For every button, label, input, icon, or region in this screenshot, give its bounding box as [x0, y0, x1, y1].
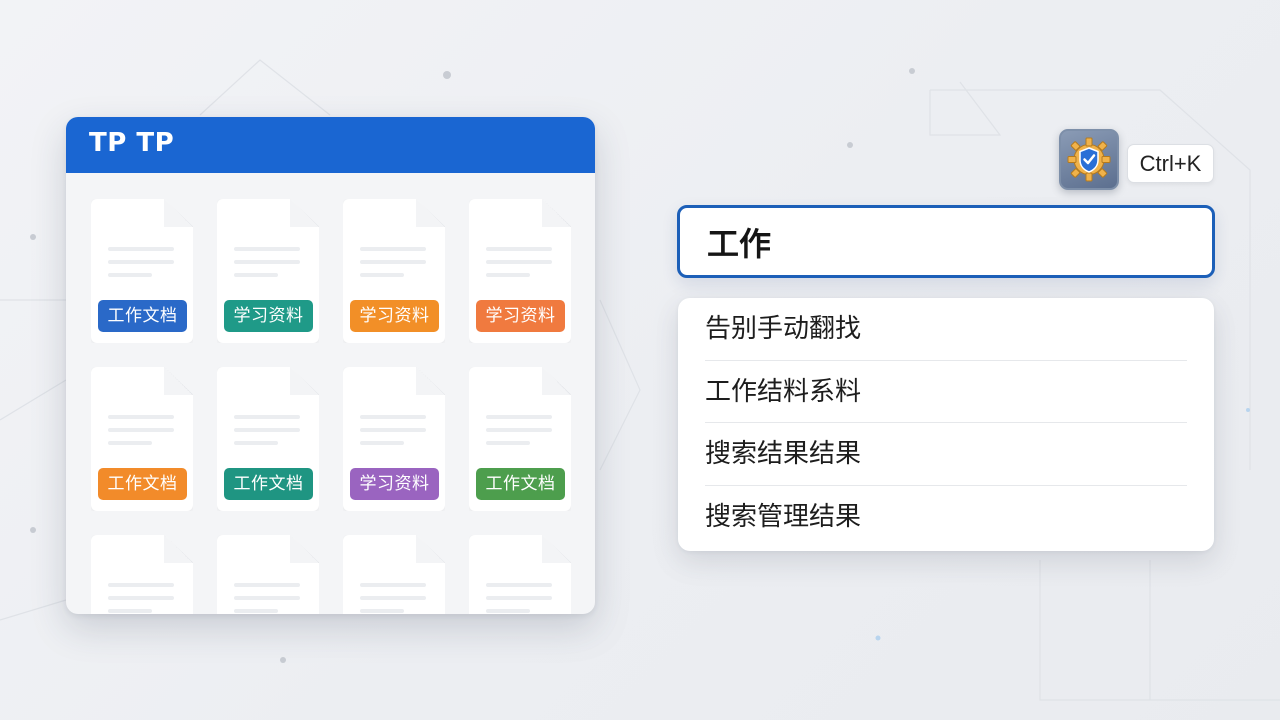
- text-line: [108, 441, 152, 445]
- shortcut-badge: Ctrl+K: [1127, 144, 1214, 183]
- text-line: [108, 273, 152, 277]
- window-title: TP TP: [89, 128, 175, 158]
- file-card[interactable]: 工作文档: [469, 367, 571, 511]
- text-line: [108, 415, 174, 419]
- result-item[interactable]: 工作结料系料: [705, 361, 1187, 423]
- text-line: [234, 260, 300, 264]
- text-line: [486, 583, 552, 587]
- text-line: [234, 596, 300, 600]
- text-line: [234, 247, 300, 251]
- file-tag: 工作文档: [476, 468, 565, 500]
- file-tag: 工作文档: [224, 468, 313, 500]
- file-grid: 工作文档 学习资料 学习资料 学习资料 工作文档 工作文档 学习资料 工作文档: [91, 199, 571, 614]
- page-fold: [542, 367, 571, 395]
- text-line: [486, 260, 552, 264]
- text-line: [108, 428, 174, 432]
- page-fold: [542, 535, 571, 563]
- text-line: [234, 609, 278, 613]
- text-line: [360, 273, 404, 277]
- text-line: [360, 609, 404, 613]
- text-line: [486, 415, 552, 419]
- text-line: [360, 441, 404, 445]
- text-line: [360, 260, 426, 264]
- file-card[interactable]: 工作文档: [217, 367, 319, 511]
- text-line: [234, 273, 278, 277]
- gear-shield-icon[interactable]: [1059, 129, 1119, 190]
- file-card[interactable]: 学习资料: [343, 199, 445, 343]
- file-card[interactable]: [217, 535, 319, 614]
- text-line: [360, 415, 426, 419]
- page-fold: [164, 199, 193, 227]
- file-tag: 工作文档: [98, 300, 187, 332]
- result-item[interactable]: 搜索结果结果: [705, 423, 1187, 486]
- text-line: [108, 596, 174, 600]
- page-fold: [290, 367, 319, 395]
- text-line: [360, 247, 426, 251]
- result-item[interactable]: 告别手动翻找: [705, 298, 1187, 361]
- page-fold: [164, 535, 193, 563]
- file-card[interactable]: 工作文档: [91, 199, 193, 343]
- file-card[interactable]: [469, 535, 571, 614]
- file-card[interactable]: 学习资料: [469, 199, 571, 343]
- file-tag: 工作文档: [98, 468, 187, 500]
- text-line: [486, 609, 530, 613]
- file-card[interactable]: 学习资料: [343, 367, 445, 511]
- search-results-list: 告别手动翻找 工作结料系料 搜索结果结果 搜索管理结果: [678, 298, 1214, 551]
- file-tag: 学习资料: [350, 300, 439, 332]
- text-line: [360, 596, 426, 600]
- file-card[interactable]: [91, 535, 193, 614]
- text-line: [486, 428, 552, 432]
- page-fold: [164, 367, 193, 395]
- page-fold: [416, 199, 445, 227]
- file-card[interactable]: [343, 535, 445, 614]
- page-fold: [542, 199, 571, 227]
- page-fold: [416, 535, 445, 563]
- file-tag: 学习资料: [350, 468, 439, 500]
- text-line: [486, 596, 552, 600]
- text-line: [108, 247, 174, 251]
- text-line: [486, 441, 530, 445]
- text-line: [108, 260, 174, 264]
- text-line: [486, 273, 530, 277]
- text-line: [486, 247, 552, 251]
- search-input[interactable]: [707, 208, 1212, 275]
- file-card[interactable]: 学习资料: [217, 199, 319, 343]
- file-tag: 学习资料: [224, 300, 313, 332]
- text-line: [234, 441, 278, 445]
- file-card[interactable]: 工作文档: [91, 367, 193, 511]
- text-line: [360, 428, 426, 432]
- result-item[interactable]: 搜索管理结果: [705, 486, 1187, 549]
- file-manager-window: TP TP 工作文档 学习资料 学习资料 学习资料 工作文档 工作文档 学习资料 工作文档: [66, 117, 595, 614]
- search-box[interactable]: [677, 205, 1215, 278]
- file-tag: 学习资料: [476, 300, 565, 332]
- text-line: [234, 583, 300, 587]
- text-line: [108, 609, 152, 613]
- text-line: [108, 583, 174, 587]
- text-line: [234, 415, 300, 419]
- page-fold: [290, 535, 319, 563]
- text-line: [234, 428, 300, 432]
- page-fold: [290, 199, 319, 227]
- text-line: [360, 583, 426, 587]
- page-fold: [416, 367, 445, 395]
- window-title-bar: TP TP: [66, 117, 595, 173]
